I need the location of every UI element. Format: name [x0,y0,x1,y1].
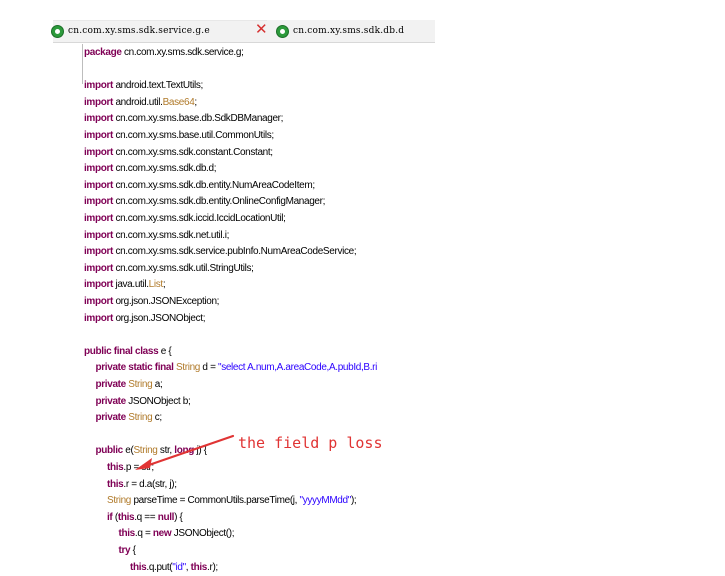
annotation-arrow [135,434,235,470]
annotation-text: the field p loss [238,434,383,452]
